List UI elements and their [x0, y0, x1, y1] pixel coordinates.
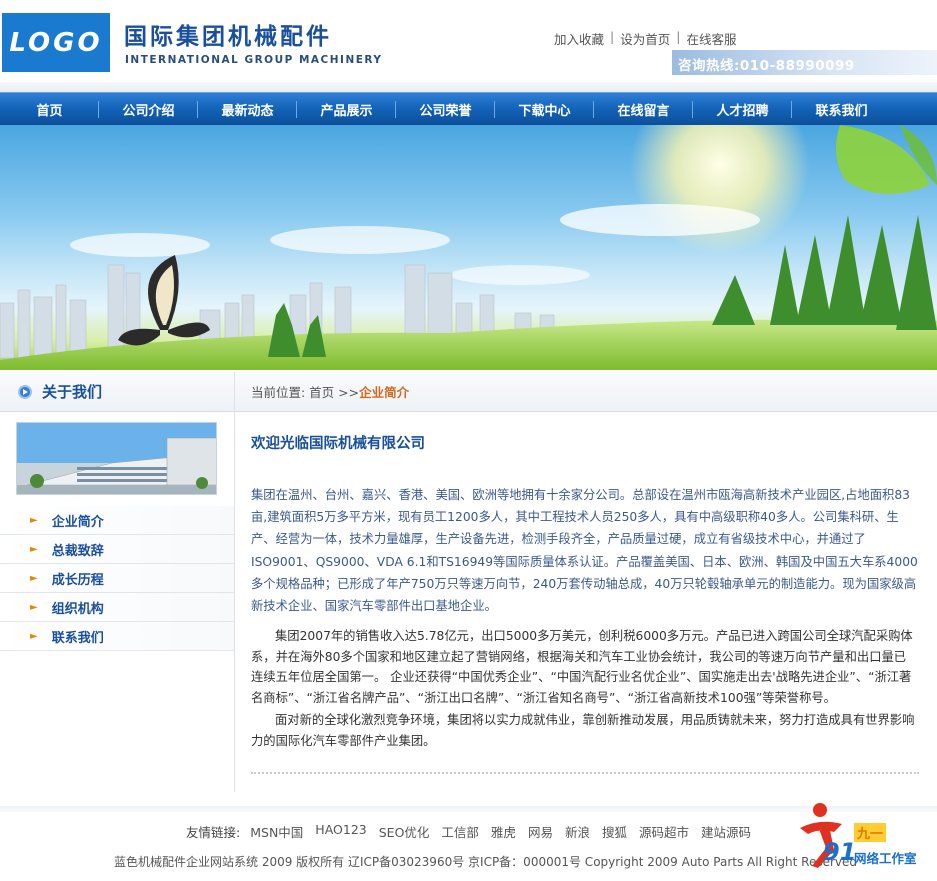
brand-name-en: INTERNATIONAL GROUP MACHINERY — [125, 54, 383, 66]
arrow-right-icon: ► — [30, 514, 38, 526]
banner-illustration — [0, 125, 937, 370]
friend-links: 友情链接: MSN中国 HAO123 SEO优化 工信部 雅虎 网易 新浪 搜狐… — [186, 822, 751, 841]
friend-link[interactable]: 新浪 — [565, 822, 590, 841]
main-nav: 首页 公司介绍 最新动态 产品展示 公司荣誉 下载中心 在线留言 人才招聘 联系… — [0, 92, 937, 125]
nav-item-downloads[interactable]: 下载中心 — [495, 93, 594, 126]
friend-link[interactable]: 源码超市 — [639, 822, 689, 841]
dotted-divider — [251, 772, 919, 774]
divider: | — [610, 29, 615, 44]
header-strip — [0, 82, 937, 92]
article-paragraph-3: 面对新的全球化激烈竞争环境，集团将以实力成就伟业，靠创新推动发展，用品质铸就未来… — [251, 713, 915, 748]
logo-text: LOGO — [9, 27, 103, 58]
sidebar-item-label: 总裁致辞 — [51, 543, 104, 559]
friend-links-label: 友情链接: — [186, 825, 241, 840]
arrow-right-icon: ► — [30, 572, 38, 584]
copyright: 蓝色机械配件企业网站系统 2009 版权所有 辽ICP备03023960号 京I… — [114, 855, 858, 869]
nav-item-honors[interactable]: 公司荣誉 — [396, 93, 495, 126]
sidebar-item-label: 联系我们 — [51, 630, 104, 646]
logo[interactable]: LOGO — [2, 13, 110, 72]
nav-item-products[interactable]: 产品展示 — [297, 93, 396, 126]
play-circle-icon — [18, 384, 32, 399]
breadcrumb-current: 企业简介 — [359, 385, 410, 400]
breadcrumb-prefix[interactable]: 当前位置: 首页 >> — [251, 382, 359, 401]
sidebar-item-label: 成长历程 — [51, 572, 104, 588]
sidebar-item-contact[interactable]: ► 联系我们 — [0, 622, 235, 651]
article-paragraph-1: 集团在温州、台州、嘉兴、香港、美国、欧洲等地拥有十余家分公司。总部设在温州市瓯海… — [251, 488, 918, 614]
nav-item-jobs[interactable]: 人才招聘 — [693, 93, 792, 126]
hotline: 咨询热线:010-88990099 — [672, 50, 937, 75]
sidebar-item-president[interactable]: ► 总裁致辞 — [0, 535, 235, 564]
page-title: 欢迎光临国际机械有限公司 — [251, 436, 425, 452]
sidebar-item-label: 企业简介 — [51, 514, 104, 530]
arrow-right-icon: ► — [30, 630, 38, 642]
friend-link[interactable]: 网易 — [528, 822, 553, 841]
set-homepage-link[interactable]: 设为首页 — [620, 29, 670, 48]
nav-item-news[interactable]: 最新动态 — [198, 93, 297, 126]
arrow-right-icon: ► — [30, 543, 38, 555]
sidebar-divider — [234, 372, 235, 792]
top-links: 加入收藏 | 设为首页 | 在线客服 — [554, 29, 736, 48]
header: LOGO 国际集团机械配件 INTERNATIONAL GROUP MACHIN… — [0, 0, 937, 92]
sidebar-title-text: 关于我们 — [42, 383, 103, 401]
divider: | — [676, 29, 681, 44]
nav-item-about[interactable]: 公司介绍 — [99, 93, 198, 126]
company-building-photo — [16, 422, 217, 495]
sidebar-item-history[interactable]: ► 成长历程 — [0, 564, 235, 593]
friend-link[interactable]: 建站源码 — [701, 822, 751, 841]
watermark-cn: 九一 — [854, 823, 887, 842]
breadcrumb: 当前位置: 首页 >> 企业简介 — [235, 372, 937, 412]
add-favorite-link[interactable]: 加入收藏 — [554, 29, 604, 48]
friend-link[interactable]: 搜狐 — [602, 822, 627, 841]
watermark-subtitle: 网络工作室 — [854, 851, 917, 866]
nav-item-guestbook[interactable]: 在线留言 — [594, 93, 693, 126]
sidebar-item-profile[interactable]: ► 企业简介 — [0, 506, 235, 535]
friend-link[interactable]: 工信部 — [441, 822, 479, 841]
hero-banner — [0, 125, 937, 370]
friend-link[interactable]: 雅虎 — [491, 822, 516, 841]
watermark-number: 91 — [823, 838, 857, 866]
sidebar-menu: ► 企业简介 ► 总裁致辞 ► 成长历程 ► 组织机构 ► 联系我们 — [0, 506, 235, 651]
friend-link[interactable]: SEO优化 — [379, 822, 430, 841]
sidebar-title: 关于我们 — [0, 372, 235, 412]
arrow-right-icon: ► — [30, 601, 38, 613]
nav-item-contact[interactable]: 联系我们 — [792, 93, 891, 126]
friend-link[interactable]: HAO123 — [315, 822, 366, 841]
sidebar-item-organization[interactable]: ► 组织机构 — [0, 593, 235, 622]
brand-name-cn: 国际集团机械配件 — [124, 24, 332, 50]
friend-link[interactable]: MSN中国 — [250, 822, 303, 841]
article-paragraph-2: 集团2007年的销售收入达5.78亿元，出口5000多万美元，创利税6000多万… — [251, 629, 913, 705]
sidebar-item-label: 组织机构 — [51, 601, 104, 617]
online-service-link[interactable]: 在线客服 — [686, 29, 736, 48]
nav-item-home[interactable]: 首页 — [0, 93, 99, 126]
sidebar: 关于我们 ► 企业简介 ► 总裁致辞 ► 成长历程 ► 组织机构 ► 联系我们 — [0, 372, 235, 792]
